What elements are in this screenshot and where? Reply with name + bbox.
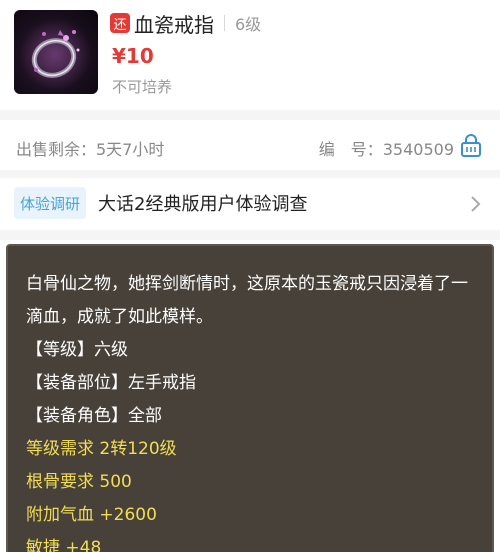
- survey-tag: 体验调研: [14, 187, 87, 219]
- item-thumbnail[interactable]: [14, 10, 98, 94]
- title-separator: [224, 15, 225, 31]
- chevron-right-icon: [471, 196, 481, 212]
- section-divider: [0, 170, 500, 178]
- serial-value: 3540509: [382, 140, 454, 159]
- return-badge: 还: [110, 13, 130, 33]
- item-header: 还 血瓷戒指 6级 ¥10 不可培养: [0, 0, 500, 110]
- item-lore-text: 白骨仙之物，她挥剑断情时，这原本的玉瓷戒只因浸着了一滴血，成就了如此模样。: [26, 274, 468, 327]
- attr-agility: 敏捷 +48: [26, 538, 102, 552]
- sale-meta-row: 出售剩余：5天7小时 编 号：3540509: [0, 130, 500, 164]
- serial-label: 编 号：: [318, 140, 383, 159]
- item-level: 6级: [235, 15, 262, 34]
- survey-banner[interactable]: 体验调研 大话2经典版用户体验调查: [0, 178, 500, 230]
- attr-level: 【等级】六级: [26, 340, 128, 360]
- attr-root-bone-requirement: 根骨要求 500: [26, 472, 132, 492]
- survey-text: 大话2经典版用户体验调查: [98, 194, 308, 215]
- item-description-panel: 白骨仙之物，她挥剑断情时，这原本的玉瓷戒只因浸着了一滴血，成就了如此模样。 【等…: [6, 244, 494, 552]
- attr-equip-slot: 【装备部位】左手戒指: [26, 373, 196, 393]
- sale-remaining: 出售剩余：5天7小时: [16, 140, 165, 159]
- ring-image-icon: [20, 18, 92, 90]
- item-title-row: 还 血瓷戒指 6级: [110, 10, 262, 37]
- serial-number: 编 号：3540509: [319, 136, 454, 160]
- item-price: ¥10: [112, 44, 154, 68]
- attr-equip-role: 【装备角色】全部: [26, 406, 162, 426]
- lock-icon[interactable]: [458, 132, 484, 158]
- attr-level-requirement: 等级需求 2转120级: [26, 439, 177, 459]
- attr-bonus-hp: 附加气血 +2600: [26, 505, 157, 525]
- cultivate-status: 不可培养: [112, 78, 173, 96]
- section-divider: [0, 110, 500, 120]
- section-divider: [0, 230, 500, 240]
- item-name: 血瓷戒指: [134, 12, 214, 37]
